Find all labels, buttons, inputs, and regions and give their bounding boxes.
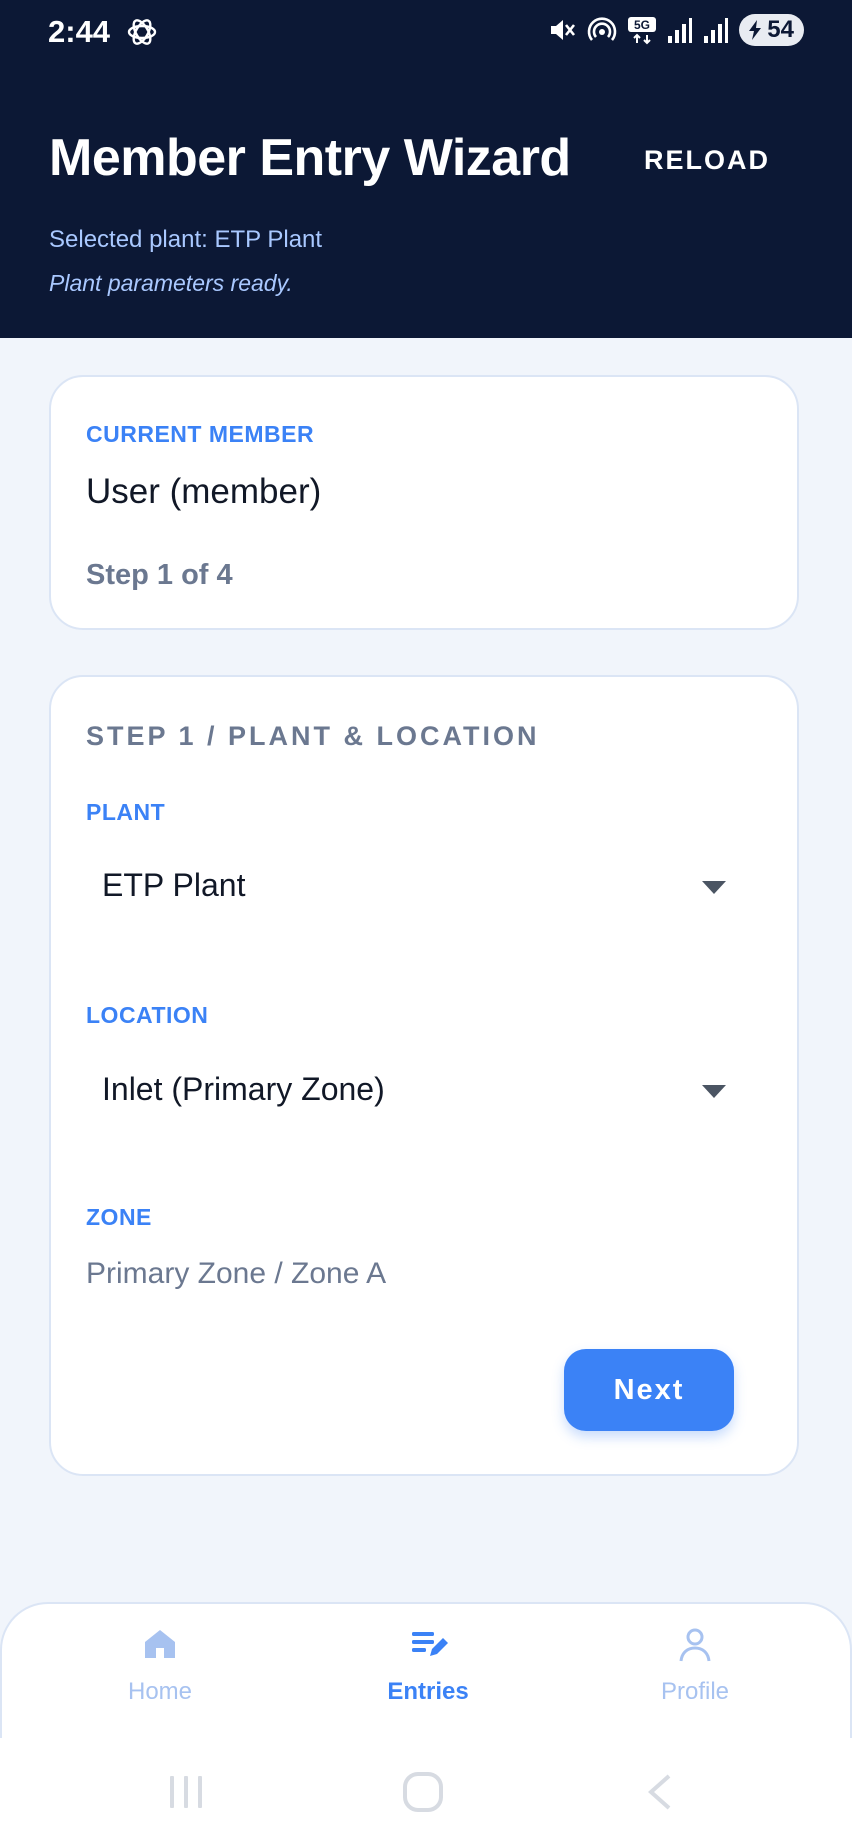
nav-label-home: Home	[127, 1678, 193, 1705]
status-time: 2:44	[48, 14, 111, 49]
profile-icon	[679, 1628, 711, 1662]
current-member-card: CURRENT MEMBER User (member) Step 1 of 4	[49, 375, 799, 630]
zone-value: Primary Zone / Zone A	[86, 1257, 387, 1290]
mute-icon	[551, 20, 576, 40]
plant-label: PLANT	[86, 799, 166, 825]
nav-item-home[interactable]: Home	[60, 1624, 260, 1706]
nav-label-entries: Entries	[387, 1678, 469, 1705]
plant-select[interactable]: ETP Plant	[86, 847, 766, 927]
recent-apps-icon[interactable]	[166, 1772, 206, 1812]
svg-text:5G: 5G	[634, 18, 650, 32]
step-card: STEP 1 / PLANT & LOCATION PLANT ETP Plan…	[49, 675, 799, 1476]
dropdown-arrow-icon	[702, 1085, 726, 1098]
home-icon	[145, 1630, 175, 1658]
signal-icon	[704, 18, 729, 43]
dropdown-arrow-icon	[702, 881, 726, 894]
battery-level: 54	[767, 16, 794, 43]
zone-label: ZONE	[86, 1204, 152, 1230]
system-nav-bar	[0, 1738, 852, 1846]
current-member-label: CURRENT MEMBER	[86, 421, 315, 447]
nav-item-profile[interactable]: Profile	[595, 1624, 795, 1706]
app-header: 2:44 5G 54 Member Entry Wizard RELOAD Se…	[0, 0, 852, 338]
nav-item-entries[interactable]: Entries	[328, 1624, 528, 1706]
entries-icon	[412, 1632, 448, 1656]
next-button[interactable]: Next	[564, 1349, 734, 1431]
page-title: Member Entry Wizard	[49, 129, 571, 187]
status-message: Plant parameters ready.	[49, 270, 293, 296]
charging-icon	[749, 20, 762, 40]
reload-button[interactable]: RELOAD	[644, 145, 770, 176]
5g-icon: 5G	[628, 17, 657, 45]
signal-icon	[668, 18, 693, 43]
step-section-title: STEP 1 / PLANT & LOCATION	[86, 721, 540, 751]
home-button-icon[interactable]	[402, 1772, 444, 1812]
battery-icon: 54	[739, 14, 804, 46]
bottom-nav: Home Entries Profile	[0, 1602, 852, 1738]
nav-label-profile: Profile	[660, 1678, 730, 1705]
location-label: LOCATION	[86, 1002, 209, 1028]
location-select-value: Inlet (Primary Zone)	[102, 1071, 385, 1107]
status-icons: 5G 54	[547, 14, 804, 46]
member-name: User (member)	[86, 472, 322, 511]
step-indicator: Step 1 of 4	[86, 559, 233, 591]
selected-plant-text: Selected plant: ETP Plant	[49, 226, 323, 253]
plant-select-value: ETP Plant	[102, 867, 246, 903]
location-select[interactable]: Inlet (Primary Zone)	[86, 1051, 766, 1131]
hotspot-icon	[588, 17, 617, 41]
back-icon[interactable]	[645, 1772, 675, 1812]
chatgpt-icon	[127, 19, 157, 45]
